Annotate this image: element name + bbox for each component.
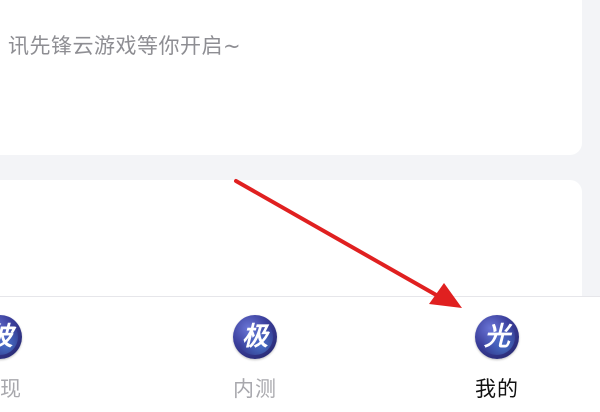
icon-glyph: 彼 [0,315,22,359]
top-card-text: 讯先锋云游戏等你开启~ [8,34,242,58]
top-card: 讯先锋云游戏等你开启~ [0,0,582,155]
tab-label: 我的 [475,377,519,401]
screen: 讯先锋云游戏等你开启~ 彼 发现 极 内测 光 我的 [0,0,600,412]
tab-mine[interactable]: 光 我的 [442,297,552,412]
bottom-tab-bar: 彼 发现 极 内测 光 我的 [0,296,600,412]
tab-label: 发现 [0,377,22,401]
icon-glyph: 光 [483,322,510,352]
game-logo-icon: 光 [475,315,519,359]
tab-beta-test[interactable]: 极 内测 [200,297,310,412]
game-logo-icon: 极 [233,315,277,359]
tab-discover[interactable]: 彼 发现 [0,297,55,412]
game-logo-icon: 彼 [0,315,22,359]
icon-glyph: 极 [241,322,268,352]
tab-label: 内测 [233,377,277,401]
